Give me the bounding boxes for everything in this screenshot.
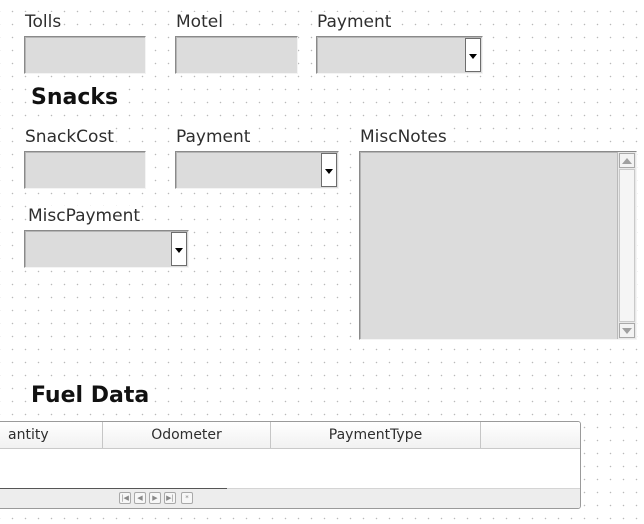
misc-notes-scrollbar[interactable]	[617, 152, 636, 339]
last-record-icon[interactable]: ▶|	[164, 492, 176, 504]
snack-cost-field[interactable]	[24, 151, 146, 189]
motel-label: Motel	[175, 12, 224, 32]
payment-dropdown-button[interactable]	[465, 38, 481, 72]
next-record-icon[interactable]: ▶	[149, 492, 161, 504]
tolls-label: Tolls	[24, 12, 63, 32]
new-record-icon[interactable]: *	[181, 492, 193, 504]
snack-cost-label: SnackCost	[24, 127, 115, 147]
misc-payment-label: MiscPayment	[27, 206, 142, 226]
chevron-down-icon	[469, 54, 477, 59]
scroll-up-button[interactable]	[619, 153, 635, 168]
chevron-down-icon	[175, 248, 183, 253]
fuel-data-grid[interactable]: antity Odometer PaymentType |◀ ◀ ▶ ▶| *	[0, 421, 581, 509]
snack-payment-label: Payment	[175, 127, 252, 147]
grid-header: antity Odometer PaymentType	[0, 422, 580, 449]
fuel-data-heading: Fuel Data	[31, 383, 150, 409]
misc-notes-textarea[interactable]	[359, 151, 637, 340]
previous-record-icon[interactable]: ◀	[134, 492, 146, 504]
first-record-icon[interactable]: |◀	[119, 492, 131, 504]
misc-payment-dropdown-button[interactable]	[171, 232, 187, 266]
column-header-quantity[interactable]: antity	[0, 422, 103, 448]
misc-payment-dropdown[interactable]	[24, 230, 189, 268]
horizontal-scroll-indicator	[0, 488, 227, 489]
tolls-field[interactable]	[24, 36, 146, 74]
grid-body[interactable]	[0, 449, 580, 489]
column-header-payment-type[interactable]: PaymentType	[271, 422, 481, 448]
chevron-down-icon	[325, 169, 333, 174]
column-header-odometer[interactable]: Odometer	[103, 422, 271, 448]
scroll-track[interactable]	[619, 169, 635, 322]
misc-notes-label: MiscNotes	[359, 127, 448, 147]
snack-payment-dropdown-button[interactable]	[321, 153, 337, 187]
motel-field[interactable]	[175, 36, 298, 74]
arrow-up-icon	[622, 157, 632, 164]
payment-label: Payment	[316, 12, 393, 32]
scroll-down-button[interactable]	[619, 323, 635, 338]
payment-dropdown[interactable]	[316, 36, 483, 74]
arrow-down-icon	[622, 327, 632, 334]
record-navigation-bar: |◀ ◀ ▶ ▶| *	[0, 488, 580, 508]
snack-payment-dropdown[interactable]	[175, 151, 339, 189]
snacks-heading: Snacks	[31, 85, 119, 111]
